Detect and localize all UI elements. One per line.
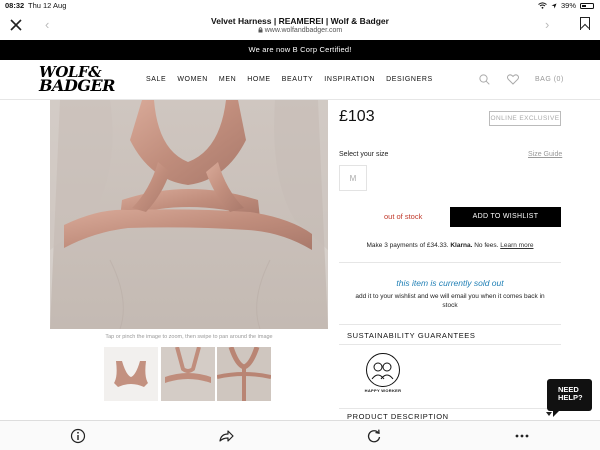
bookmark-icon[interactable] bbox=[580, 17, 590, 30]
add-to-wishlist-button[interactable]: ADD TO WISHLIST bbox=[450, 207, 561, 227]
wifi-icon bbox=[538, 2, 547, 9]
thumbnail-1[interactable] bbox=[104, 347, 158, 401]
thumbnail-2[interactable] bbox=[161, 347, 215, 401]
logo-line-2: BADGER bbox=[39, 76, 115, 95]
chevron-down-icon[interactable] bbox=[546, 412, 552, 416]
browser-url[interactable]: www.wolfandbadger.com bbox=[0, 27, 600, 34]
heart-icon[interactable] bbox=[507, 74, 519, 85]
thumbnail-3[interactable] bbox=[217, 347, 271, 401]
forward-arrow-icon[interactable]: › bbox=[545, 18, 549, 31]
status-indicators: 39% bbox=[538, 1, 594, 10]
info-icon[interactable] bbox=[70, 428, 86, 444]
reload-icon[interactable] bbox=[366, 428, 382, 444]
need-help-button[interactable]: NEED HELP? bbox=[547, 379, 592, 417]
select-size-label: Select your size bbox=[339, 151, 389, 158]
sold-out-title: this item is currently sold out bbox=[396, 278, 504, 288]
happy-worker-icon bbox=[366, 353, 400, 387]
battery-percent: 39% bbox=[560, 1, 576, 10]
need-help-line-2: HELP? bbox=[558, 393, 583, 402]
search-icon[interactable] bbox=[479, 74, 490, 85]
image-zoom-hint: Tap or pinch the image to zoom, then swi… bbox=[105, 334, 273, 340]
divider bbox=[339, 344, 561, 345]
status-date: Thu 12 Aug bbox=[28, 1, 67, 10]
browser-url-text: www.wolfandbadger.com bbox=[264, 27, 343, 34]
status-bar: 08:32 Thu 12 Aug 39% bbox=[0, 0, 600, 12]
stock-status: out of stock bbox=[384, 212, 423, 221]
location-icon bbox=[551, 3, 557, 8]
battery-icon bbox=[580, 2, 594, 9]
browser-title: Velvet Harness | REAMEREI | Wolf & Badge… bbox=[211, 16, 389, 26]
nav-men[interactable]: MEN bbox=[219, 76, 236, 83]
klarna-brand: Klarna. bbox=[450, 242, 473, 249]
sustainability-heading[interactable]: SUSTAINABILITY GUARANTEES bbox=[347, 331, 476, 340]
velvet-harness-photo bbox=[50, 100, 328, 329]
product-main-image[interactable] bbox=[50, 100, 328, 329]
size-option-m[interactable]: M bbox=[339, 165, 367, 191]
thumbnail-harness-flat bbox=[104, 347, 158, 401]
browser-bar: ‹ Velvet Harness | REAMEREI | Wolf & Bad… bbox=[0, 12, 600, 40]
nav-designers[interactable]: DESIGNERS bbox=[386, 76, 433, 83]
more-icon[interactable] bbox=[514, 428, 530, 444]
nav-inspiration[interactable]: INSPIRATION bbox=[324, 76, 375, 83]
nav-home[interactable]: HOME bbox=[247, 76, 270, 83]
lock-icon bbox=[258, 27, 263, 33]
share-icon[interactable] bbox=[218, 428, 234, 444]
size-guide-link[interactable]: Size Guide bbox=[528, 151, 562, 158]
klarna-payment-info: Make 3 payments of £34.33. Klarna. No fe… bbox=[339, 242, 561, 249]
happy-worker-faces bbox=[371, 362, 394, 380]
online-exclusive-badge: ONLINE EXCLUSIVE bbox=[489, 111, 561, 126]
main-nav: SALE WOMEN MEN HOME BEAUTY INSPIRATION D… bbox=[146, 76, 433, 83]
happy-worker-caption: HAPPY WORKER bbox=[364, 388, 402, 393]
site-header: WOLF& BADGER SALE WOMEN MEN HOME BEAUTY … bbox=[0, 60, 600, 100]
wolf-badger-logo[interactable]: WOLF& BADGER bbox=[39, 65, 115, 95]
klarna-suffix: No fees. bbox=[474, 242, 499, 249]
product-price: £103 bbox=[339, 108, 375, 125]
divider bbox=[339, 262, 561, 263]
klarna-learn-more-link[interactable]: Learn more bbox=[500, 242, 533, 249]
browser-toolbar bbox=[0, 420, 600, 450]
klarna-prefix: Make 3 payments of £34.33. bbox=[366, 242, 449, 249]
thumbnail-harness-front bbox=[161, 347, 215, 401]
nav-sale[interactable]: SALE bbox=[146, 76, 166, 83]
thumbnail-harness-back bbox=[217, 347, 271, 401]
announcement-bar[interactable]: We are now B Corp Certified! bbox=[0, 40, 600, 60]
divider bbox=[339, 408, 561, 409]
bag-link[interactable]: BAG (0) bbox=[535, 76, 564, 83]
nav-beauty[interactable]: BEAUTY bbox=[282, 76, 314, 83]
nav-women[interactable]: WOMEN bbox=[177, 76, 208, 83]
divider bbox=[339, 324, 561, 325]
status-time: 08:32 bbox=[5, 1, 25, 10]
sold-out-message: add it to your wishlist and we will emai… bbox=[355, 293, 545, 309]
